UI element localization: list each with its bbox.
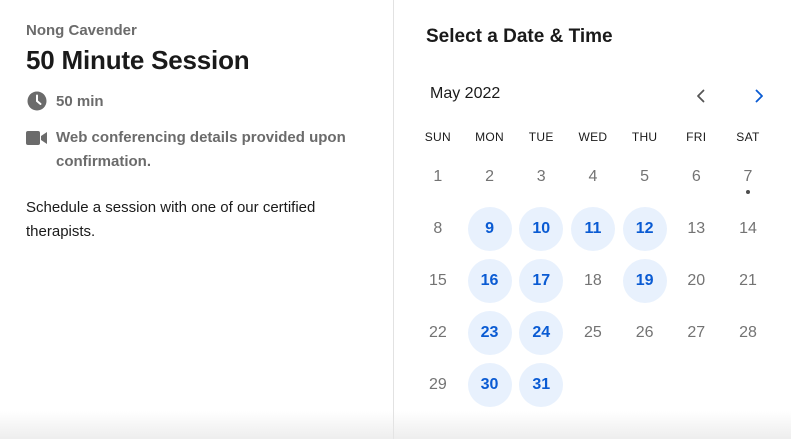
unavailable-day: 4 (588, 168, 598, 185)
day-cell: 17 (515, 255, 567, 307)
calendar-heading: Select a Date & Time (426, 26, 613, 47)
month-navigation: May 2022 (430, 85, 770, 107)
unavailable-day: 28 (739, 324, 757, 341)
chevron-right-icon (755, 89, 763, 103)
available-day-button[interactable]: 12 (622, 207, 667, 251)
days-grid: 1 2 3 4 5 6 7 8 9 10 11 12 13 14 15 16 17 18 19 20 21 22 23 24 2… (412, 151, 774, 411)
day-cell: 4 (567, 151, 619, 203)
available-day-button[interactable]: 19 (622, 259, 667, 303)
unavailable-day: 6 (691, 168, 701, 185)
day-cell: 8 (412, 203, 464, 255)
today-indicator (745, 190, 750, 194)
unavailable-day: 27 (687, 324, 706, 341)
day-cell: 2 (464, 151, 516, 203)
duration-row: 50 min (26, 90, 367, 114)
day-cell: 1 (412, 151, 464, 203)
day-cell: 28 (722, 307, 774, 359)
unavailable-day: 1 (433, 168, 443, 185)
clock-icon (26, 90, 48, 112)
day-cell: 30 (464, 359, 516, 411)
day-cell: 14 (722, 203, 774, 255)
available-day-button[interactable]: 24 (519, 311, 564, 355)
weekday-header: SUN MON TUE WED THU FRI SAT (412, 130, 774, 144)
unavailable-day: 20 (687, 272, 706, 289)
day-cell: 26 (619, 307, 671, 359)
location-label: Web conferencing details provided upon c… (56, 129, 346, 170)
available-day-button[interactable]: 23 (467, 311, 512, 355)
day-cell: 25 (567, 307, 619, 359)
day-cell: 20 (670, 255, 722, 307)
weekday-label: WED (578, 130, 608, 144)
day-cell: 22 (412, 307, 464, 359)
available-day-button[interactable]: 16 (467, 259, 512, 303)
available-day-button[interactable]: 31 (519, 363, 564, 407)
event-details-panel: Nong Cavender 50 Minute Session 50 min W… (0, 0, 394, 439)
weekday-label: FRI (686, 130, 707, 144)
day-cell: 23 (464, 307, 516, 359)
day-cell: 7 (722, 151, 774, 203)
day-cell: 9 (464, 203, 516, 255)
unavailable-day: 3 (536, 168, 546, 185)
available-day-button[interactable]: 11 (570, 207, 615, 251)
unavailable-day: 2 (485, 168, 494, 185)
day-cell: 5 (619, 151, 671, 203)
unavailable-day: 21 (739, 272, 757, 289)
day-cell: 27 (670, 307, 722, 359)
video-camera-icon (26, 127, 48, 149)
unavailable-day: 13 (687, 220, 706, 237)
weekday-label: MON (475, 130, 504, 144)
day-cell: 18 (567, 255, 619, 307)
day-cell: 21 (722, 255, 774, 307)
available-day-button[interactable]: 17 (519, 259, 564, 303)
day-cell: 12 (619, 203, 671, 255)
unavailable-day: 25 (584, 324, 602, 341)
next-month-button[interactable] (748, 85, 770, 107)
day-cell: 3 (515, 151, 567, 203)
unavailable-day: 15 (428, 272, 447, 289)
unavailable-day: 18 (584, 272, 602, 289)
chevron-left-icon (697, 89, 705, 103)
unavailable-day: 5 (640, 168, 650, 185)
unavailable-day: 8 (433, 220, 443, 237)
day-cell: 16 (464, 255, 516, 307)
month-label: May 2022 (430, 85, 501, 102)
day-cell: 6 (670, 151, 722, 203)
day-cell: 29 (412, 359, 464, 411)
day-cell: 10 (515, 203, 567, 255)
day-cell: 13 (670, 203, 722, 255)
available-day-button[interactable]: 30 (467, 363, 512, 407)
unavailable-day: 29 (428, 376, 447, 393)
calendar-grid: SUN MON TUE WED THU FRI SAT 1 2 3 4 5 6 7 8 9 10 11 12 13 1… (412, 130, 774, 411)
event-title: 50 Minute Session (26, 45, 250, 75)
day-cell: 15 (412, 255, 464, 307)
host-name: Nong Cavender (26, 22, 137, 39)
event-description: Schedule a session with one of our certi… (26, 199, 316, 240)
weekday-label: SUN (424, 130, 451, 144)
unavailable-day: 26 (635, 324, 654, 341)
available-day-button[interactable]: 10 (519, 207, 564, 251)
weekday-label: SAT (736, 130, 760, 144)
day-cell: 31 (515, 359, 567, 411)
weekday-label: TUE (528, 130, 554, 144)
weekday-label: THU (631, 130, 658, 144)
unavailable-day: 22 (428, 324, 447, 341)
previous-month-button[interactable] (690, 85, 712, 107)
unavailable-day: 14 (739, 220, 757, 237)
location-row: Web conferencing details provided upon c… (26, 126, 367, 174)
day-cell: 24 (515, 307, 567, 359)
duration-label: 50 min (56, 93, 104, 110)
day-cell: 19 (619, 255, 671, 307)
calendar-panel: Select a Date & Time May 2022 SUN MON TUE W… (394, 0, 791, 439)
day-cell: 11 (567, 203, 619, 255)
available-day-button[interactable]: 9 (467, 207, 512, 251)
scheduling-page: Nong Cavender 50 Minute Session 50 min W… (0, 0, 791, 439)
